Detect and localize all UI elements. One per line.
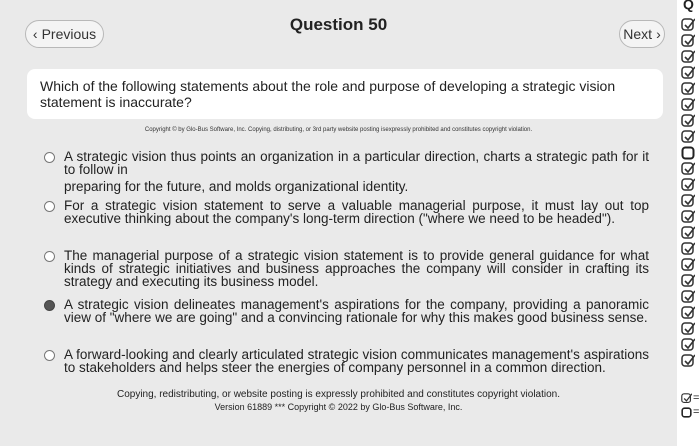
check-icon[interactable] <box>681 226 695 240</box>
check-icon[interactable] <box>681 130 695 144</box>
option-text: The managerial purpose of a strategic vi… <box>64 248 649 289</box>
check-icon[interactable] <box>681 98 695 112</box>
option-text: A forward-looking and clearly articulate… <box>64 347 649 375</box>
copyright-notice: Copyright © by Glo-Bus Software, Inc. Co… <box>144 127 533 133</box>
question-card: Which of the following statements about … <box>27 69 663 119</box>
check-icon[interactable] <box>681 50 695 64</box>
option-text: preparing for the future, and molds orga… <box>64 179 409 194</box>
check-icon[interactable] <box>681 338 695 352</box>
check-icon[interactable] <box>681 114 695 128</box>
next-label: Next <box>623 26 653 42</box>
check-icon <box>681 392 692 403</box>
radio-button[interactable] <box>44 251 55 262</box>
footer-version: Version 61889 *** Copyright © 2022 by Gl… <box>214 402 463 412</box>
check-icon[interactable] <box>681 322 695 336</box>
chevron-right-icon: › <box>656 26 661 42</box>
radio-button[interactable] <box>44 350 55 361</box>
check-icon[interactable] <box>681 210 695 224</box>
legend-not-answered-label: = N <box>693 406 700 418</box>
legend-answered-label: = A <box>693 392 700 404</box>
option-text: A strategic vision thus points an organi… <box>64 149 649 177</box>
check-icon[interactable] <box>681 18 695 32</box>
question-text: Which of the following statements about … <box>40 78 616 110</box>
option-text: For a strategic vision statement to serv… <box>64 198 649 226</box>
question-status-strip: Q = A = N <box>677 0 700 446</box>
check-icon[interactable] <box>681 82 695 96</box>
question-title: Question 50 <box>289 15 388 34</box>
check-icon[interactable] <box>681 178 695 192</box>
empty-box-icon[interactable] <box>681 146 695 160</box>
check-icon[interactable] <box>681 242 695 256</box>
radio-button-selected[interactable] <box>44 300 55 311</box>
check-icon[interactable] <box>681 34 695 48</box>
check-icon[interactable] <box>681 66 695 80</box>
option-text: A strategic vision delineates management… <box>64 297 649 325</box>
check-icon[interactable] <box>681 290 695 304</box>
check-icon[interactable] <box>681 258 695 272</box>
legend-answered: = A <box>681 392 700 404</box>
radio-button[interactable] <box>44 152 55 163</box>
footer-copyright: Copying, redistributing, or website post… <box>116 389 560 400</box>
next-button[interactable]: Next › <box>619 20 665 48</box>
check-icon[interactable] <box>681 162 695 176</box>
empty-box-icon <box>681 406 692 418</box>
check-icon[interactable] <box>681 354 695 368</box>
check-icon[interactable] <box>681 194 695 208</box>
strip-top-fragment: Q <box>683 0 694 12</box>
legend-not-answered: = N <box>681 406 700 418</box>
radio-button[interactable] <box>44 201 55 212</box>
check-icon[interactable] <box>681 306 695 320</box>
question-panel: ‹ Previous Question 50 Next › Which of t… <box>0 0 677 446</box>
check-icon[interactable] <box>681 274 695 288</box>
